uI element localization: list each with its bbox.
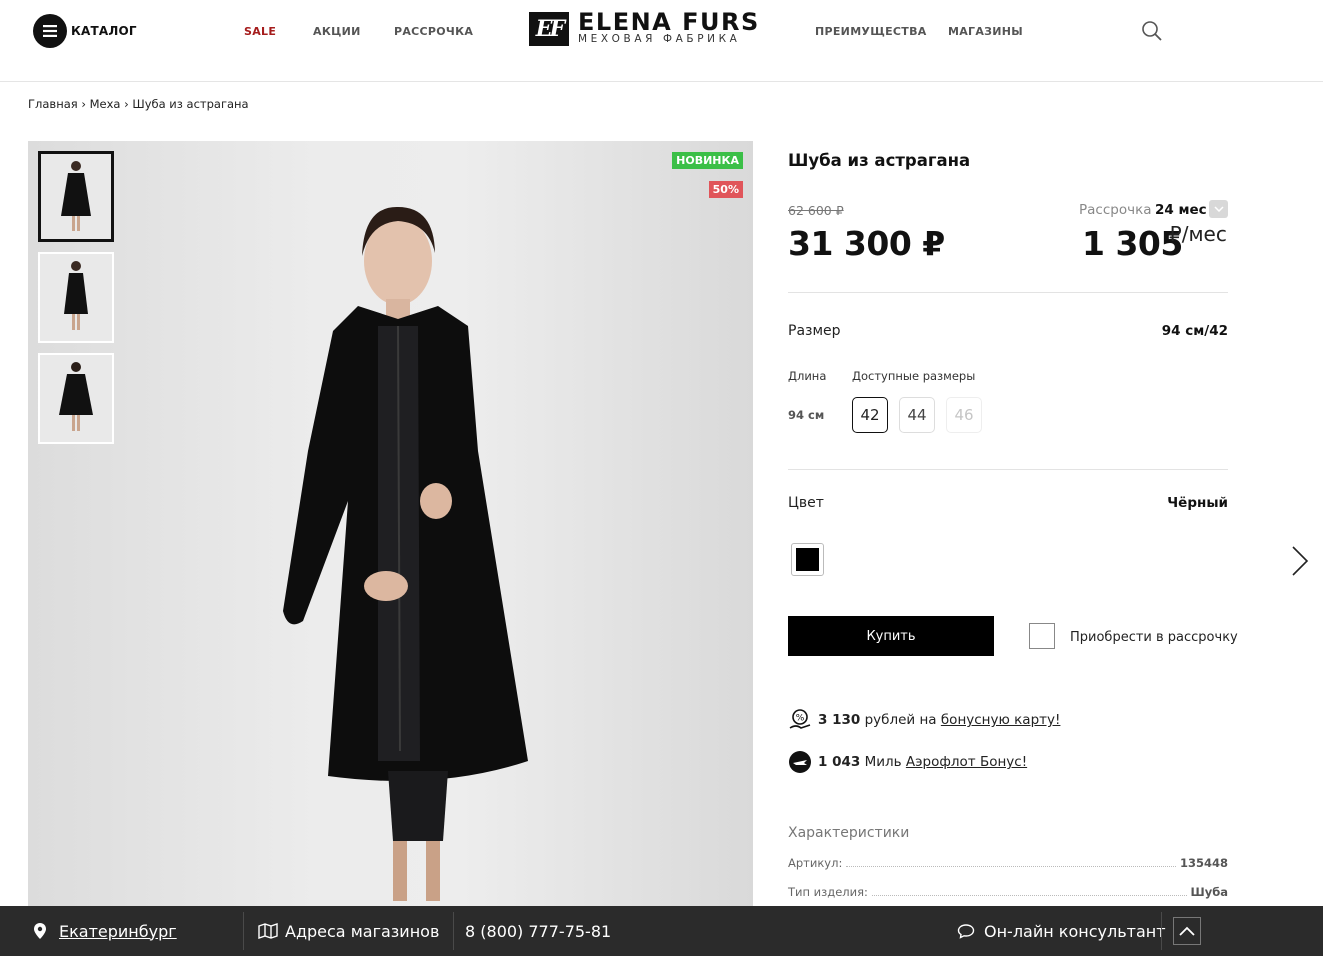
characteristic-value: Шуба bbox=[1190, 885, 1229, 899]
breadcrumb: Главная › Меха › Шуба из астрагана bbox=[28, 97, 249, 111]
breadcrumb-separator: › bbox=[77, 97, 90, 111]
aeroflot-link[interactable]: Аэрофлот Бонус! bbox=[906, 754, 1027, 770]
divider bbox=[788, 469, 1228, 470]
phone-number: 8 (800) 777-75-81 bbox=[465, 921, 612, 941]
product-main-image bbox=[238, 201, 548, 908]
size-option-42[interactable]: 42 bbox=[852, 397, 888, 433]
aeroflot-icon bbox=[789, 751, 811, 773]
bonus-card-row: % 3 130 рублей на бонусную карту! bbox=[788, 708, 1060, 732]
location-pin-icon bbox=[34, 923, 46, 939]
svg-text:%: % bbox=[796, 714, 805, 724]
miles-amount: 1 043 bbox=[818, 754, 861, 770]
footer-bar: Екатеринбург Адреса магазинов 8 (800) 77… bbox=[0, 906, 1323, 956]
chevron-up-icon bbox=[1179, 926, 1195, 936]
nav-installment[interactable]: РАССРОЧКА bbox=[394, 25, 473, 38]
store-addresses-label: Адреса магазинов bbox=[285, 921, 440, 941]
bonus-text: рублей на bbox=[864, 712, 937, 728]
characteristic-name: Артикул: bbox=[788, 856, 843, 870]
length-label: Длина bbox=[788, 369, 827, 383]
size-value: 94 см/42 bbox=[1161, 323, 1228, 339]
chevron-right-icon[interactable] bbox=[1290, 545, 1310, 581]
bonus-percent-icon: % bbox=[789, 709, 811, 729]
footer-separator bbox=[453, 912, 454, 950]
dotted-leader bbox=[846, 866, 1176, 867]
installment-amount: 1 305 bbox=[1082, 224, 1183, 263]
color-value: Чёрный bbox=[1167, 495, 1228, 511]
installment-checkbox[interactable] bbox=[1029, 623, 1055, 649]
characteristic-name: Тип изделия: bbox=[788, 885, 868, 899]
characteristic-value: 135448 bbox=[1179, 856, 1228, 870]
city-name[interactable]: Екатеринбург bbox=[59, 922, 177, 941]
bonus-card-link[interactable]: бонусную карту! bbox=[941, 712, 1061, 728]
scroll-to-top-button[interactable] bbox=[1173, 917, 1201, 945]
gallery-thumbnail[interactable] bbox=[38, 353, 114, 444]
breadcrumb-home[interactable]: Главная bbox=[28, 97, 78, 111]
divider bbox=[788, 292, 1228, 293]
available-sizes-label: Доступные размеры bbox=[852, 369, 976, 383]
logo-mark: EF bbox=[529, 11, 569, 46]
nav-sale[interactable]: SALE bbox=[244, 25, 276, 38]
nav-stores[interactable]: МАГАЗИНЫ bbox=[948, 25, 1023, 38]
installment-unit: ₽/мес bbox=[1169, 222, 1227, 246]
catalog-label: КАТАЛОГ bbox=[71, 24, 137, 38]
site-logo[interactable]: EF ELENA FURS МЕХОВАЯ ФАБРИКА bbox=[529, 8, 760, 46]
length-value: 94 см bbox=[788, 408, 825, 422]
characteristic-row: Тип изделия: Шуба bbox=[788, 885, 1228, 899]
badge-discount: 50% bbox=[708, 181, 743, 198]
installment-label: Рассрочка bbox=[1079, 202, 1152, 218]
footer-separator bbox=[1161, 912, 1162, 950]
product-title: Шуба из астрагана bbox=[788, 151, 971, 170]
online-consultant-button[interactable]: Он-лайн консультант bbox=[957, 906, 1166, 956]
installment-checkbox-label[interactable]: Приобрести в рассрочку bbox=[1070, 630, 1238, 645]
online-consultant-label: Он-лайн консультант bbox=[984, 921, 1166, 941]
size-label: Размер bbox=[788, 323, 841, 339]
footer-separator bbox=[243, 912, 244, 950]
size-option-44[interactable]: 44 bbox=[899, 397, 935, 433]
dotted-leader bbox=[871, 895, 1187, 896]
current-price: 31 300 ₽ bbox=[788, 224, 945, 263]
breadcrumb-separator: › bbox=[120, 97, 133, 111]
map-icon bbox=[258, 923, 278, 939]
gallery-thumbnail[interactable] bbox=[38, 151, 114, 242]
nav-promotions[interactable]: АКЦИИ bbox=[313, 25, 361, 38]
characteristics-title: Характеристики bbox=[788, 825, 910, 841]
old-price: 62 600 ₽ bbox=[788, 203, 844, 218]
bonus-amount: 3 130 bbox=[818, 712, 861, 728]
color-swatch-black[interactable] bbox=[791, 543, 824, 576]
search-icon[interactable] bbox=[1141, 20, 1163, 46]
buy-button[interactable]: Купить bbox=[788, 616, 994, 656]
size-option-46: 46 bbox=[946, 397, 982, 433]
characteristic-row: Артикул: 135448 bbox=[788, 856, 1228, 870]
installment-months-dropdown[interactable] bbox=[1209, 200, 1228, 218]
logo-subtitle: МЕХОВАЯ ФАБРИКА bbox=[578, 33, 741, 45]
breadcrumb-current: Шуба из астрагана bbox=[132, 97, 249, 111]
chevron-down-icon bbox=[1213, 206, 1224, 212]
breadcrumb-furs[interactable]: Меха bbox=[90, 97, 121, 111]
aeroflot-row: 1 043 Миль Аэрофлот Бонус! bbox=[788, 750, 1027, 774]
site-header: КАТАЛОГ SALE АКЦИИ РАССРОЧКА EF ELENA FU… bbox=[0, 0, 1323, 82]
chat-bubble-icon bbox=[957, 924, 975, 939]
badge-new: НОВИНКА bbox=[672, 152, 743, 169]
menu-icon bbox=[33, 14, 67, 48]
gallery-thumbnail[interactable] bbox=[38, 252, 114, 343]
store-addresses-link[interactable]: Адреса магазинов bbox=[258, 906, 439, 956]
installment-months: 24 мес bbox=[1155, 202, 1207, 218]
catalog-button[interactable]: КАТАЛОГ bbox=[33, 14, 137, 48]
color-label: Цвет bbox=[788, 495, 824, 511]
logo-title: ELENA FURS bbox=[578, 8, 760, 36]
product-gallery[interactable]: НОВИНКА 50% bbox=[28, 141, 753, 908]
miles-text: Миль bbox=[864, 754, 902, 770]
city-selector[interactable]: Екатеринбург bbox=[33, 906, 177, 956]
nav-advantages[interactable]: ПРЕИМУЩЕСТВА bbox=[815, 25, 927, 38]
phone-link[interactable]: 8 (800) 777-75-81 bbox=[465, 906, 611, 956]
